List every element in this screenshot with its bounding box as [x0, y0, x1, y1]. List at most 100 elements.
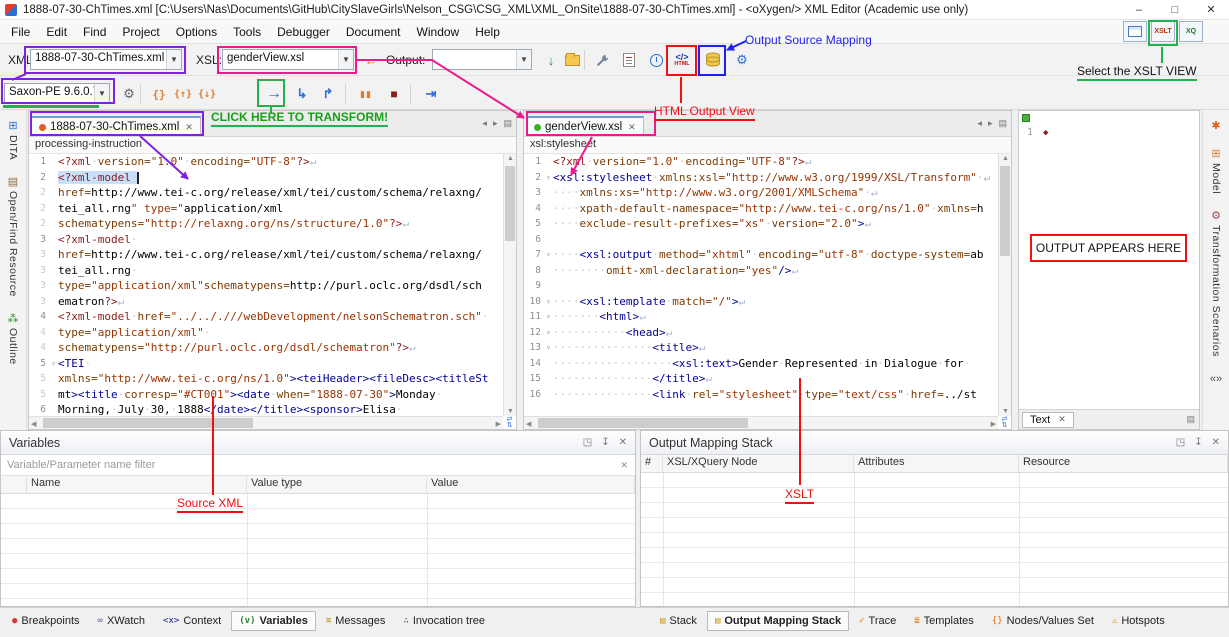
chevron-down-icon[interactable]: ▼	[338, 50, 353, 69]
scroll-right-icon[interactable]: ▶	[991, 420, 996, 428]
output-text-area[interactable]: 1◆	[1019, 111, 1199, 409]
xsl-code-area[interactable]: 1<?xml·version="1.0"·encoding="UTF-8"?>↵…	[524, 154, 998, 416]
close-button[interactable]: ✕	[1193, 0, 1229, 20]
save-output-icon[interactable]: ↓	[540, 49, 562, 71]
chevron-down-icon[interactable]: ▼	[166, 50, 181, 69]
code-line[interactable]: 12▿···········<head>↵	[524, 325, 998, 341]
configure-parameters-icon[interactable]	[591, 49, 613, 71]
bottom-tab-output-mapping-stack[interactable]: ▤Output Mapping Stack	[707, 611, 849, 631]
menu-file[interactable]: File	[3, 22, 38, 42]
run-to-end-icon[interactable]: ⇥	[420, 83, 442, 105]
code-line[interactable]: 5····exclude-result-prefixes="xs"·versio…	[524, 216, 998, 232]
fold-toggle-icon[interactable]: ▿	[544, 170, 553, 186]
code-line[interactable]: 4schematypens="http://purl.oclc.org/dsdl…	[29, 340, 503, 356]
code-line[interactable]: 4<?xml-model·href="../.././//webDevelopm…	[29, 309, 503, 325]
fold-toggle-icon[interactable]: ▿	[544, 247, 553, 263]
xml-source-combo[interactable]: 1888-07-30-ChTimes.xml▼	[30, 49, 182, 70]
menu-options[interactable]: Options	[168, 22, 225, 42]
scrollbar-thumb[interactable]	[538, 418, 748, 428]
code-line[interactable]: 6	[524, 232, 998, 248]
bottom-tab-trace[interactable]: ✓Trace	[851, 611, 904, 631]
code-line[interactable]: 13▿···············<title>↵	[524, 340, 998, 356]
close-panel-icon[interactable]: ✕	[619, 437, 627, 448]
vertical-scrollbar[interactable]: ▲ ▼	[998, 154, 1011, 416]
code-line[interactable]: 5xmlns="http://www.tei-c.org/ns/1.0"><te…	[29, 371, 503, 387]
close-tab-icon[interactable]: ✕	[628, 122, 636, 133]
column-header-xsl-xquery-node[interactable]: XSL/XQuery Node	[663, 455, 854, 472]
tab-xml-document[interactable]: 1888-07-30-ChTimes.xml ✕	[31, 116, 201, 136]
code-line[interactable]: 2href=http://www.tei-c.org/release/xml/t…	[29, 185, 503, 201]
code-line[interactable]: 1<?xml·version="1.0"·encoding="UTF-8"?>↵	[29, 154, 503, 170]
editor-view-icon[interactable]	[1123, 21, 1147, 42]
variable-filter-input[interactable]	[1, 457, 613, 473]
sync-selection-icon[interactable]: ⇄⇅	[998, 416, 1011, 429]
sidebar-tab-dita[interactable]: ⊞DITA	[7, 120, 19, 160]
pin-panel-icon[interactable]: ↧	[1194, 437, 1202, 448]
next-tab-icon[interactable]: ▸	[988, 118, 993, 129]
bottom-tab-variables[interactable]: (v)Variables	[231, 611, 316, 631]
bottom-tab-invocation-tree[interactable]: ∴Invocation tree	[395, 611, 493, 631]
edit-scenario-icon[interactable]	[618, 49, 640, 71]
bottom-tab-breakpoints[interactable]: ●Breakpoints	[4, 611, 88, 631]
tab-text-output[interactable]: Text ✕	[1022, 412, 1074, 428]
step-into-icon[interactable]: ↳	[291, 83, 313, 105]
engine-combo[interactable]: Saxon-PE 9.6.0.7▼	[4, 83, 110, 104]
scroll-up-icon[interactable]: ▲	[507, 155, 514, 162]
sidebar-tab-open-find-resource[interactable]: ▤Open/Find Resource	[7, 176, 19, 297]
code-line[interactable]: 1<?xml·version="1.0"·encoding="UTF-8"?>↵	[524, 154, 998, 170]
xml-braces-icon[interactable]: {}	[148, 83, 170, 105]
open-folder-icon[interactable]	[561, 49, 583, 71]
scroll-right-icon[interactable]: ▶	[496, 420, 501, 428]
tab-xsl-document[interactable]: genderView.xsl ✕	[526, 116, 644, 136]
code-line[interactable]: 16···············<link·rel="stylesheet"·…	[524, 387, 998, 403]
bottom-tab-templates[interactable]: ≣Templates	[906, 611, 982, 631]
tab-list-icon[interactable]: ▤	[1186, 414, 1195, 425]
column-header-value[interactable]: Value	[427, 476, 635, 493]
code-line[interactable]: 4····xpath-default-namespace="http://www…	[524, 201, 998, 217]
scrollbar-thumb[interactable]	[1000, 166, 1010, 256]
float-panel-icon[interactable]: ◳	[583, 437, 592, 448]
scroll-down-icon[interactable]: ▼	[1002, 408, 1009, 415]
code-line[interactable]: 9	[524, 278, 998, 294]
xsl-stylesheet-combo[interactable]: genderView.xsl▼	[222, 49, 354, 70]
prev-tab-icon[interactable]: ◂	[482, 118, 487, 129]
sidebar-tab-transformation-scenarios[interactable]: ⚙Transformation Scenarios	[1210, 210, 1222, 357]
braces-down-icon[interactable]: {↓}	[196, 83, 218, 105]
menu-tools[interactable]: Tools	[225, 22, 269, 42]
pin-panel-icon[interactable]: ↧	[601, 437, 609, 448]
scroll-down-icon[interactable]: ▼	[507, 408, 514, 415]
engine-settings-icon[interactable]: ⚙	[118, 83, 140, 105]
code-line[interactable]: 10▿····<xsl:template·match="/">↵	[524, 294, 998, 310]
output-combo[interactable]: ▼	[432, 49, 532, 70]
html-output-view-icon[interactable]: </>HTML	[670, 49, 694, 71]
code-line[interactable]: 3tei_all.rng·	[29, 263, 503, 279]
close-tab-icon[interactable]: ✕	[1058, 414, 1066, 425]
prev-tab-icon[interactable]: ◂	[977, 118, 982, 129]
code-line[interactable]: 3ematron?>↵	[29, 294, 503, 310]
menu-help[interactable]: Help	[467, 22, 508, 42]
sidebar-tab-outline[interactable]: ⁂Outline	[7, 313, 19, 365]
bottom-tab-messages[interactable]: ≡Messages	[318, 611, 394, 631]
clear-filter-icon[interactable]: ✕	[613, 460, 635, 471]
bottom-tab-stack[interactable]: ▤Stack	[652, 611, 705, 631]
xml-code-area[interactable]: 1<?xml·version="1.0"·encoding="UTF-8"?>↵…	[29, 154, 503, 416]
scroll-left-icon[interactable]: ◀	[526, 420, 531, 428]
scrollbar-thumb[interactable]	[43, 418, 253, 428]
menu-debugger[interactable]: Debugger	[269, 22, 338, 42]
close-tab-icon[interactable]: ✕	[185, 122, 193, 133]
column-header-resource[interactable]: Resource	[1019, 455, 1228, 472]
code-line[interactable]: 2tei_all.rng" type="application/xml	[29, 201, 503, 217]
xml-breadcrumb[interactable]: processing-instruction	[29, 137, 516, 154]
scenario-association-icon[interactable]	[645, 49, 667, 71]
menu-edit[interactable]: Edit	[38, 22, 75, 42]
swap-sources-icon[interactable]: ←	[360, 49, 382, 71]
braces-up-icon[interactable]: {↑}	[172, 83, 194, 105]
fold-toggle-icon[interactable]: ▿	[544, 294, 553, 310]
variables-table-body[interactable]	[1, 494, 635, 606]
chevron-down-icon[interactable]: ▼	[94, 84, 109, 103]
bottom-tab-xwatch[interactable]: ∞XWatch	[90, 611, 154, 631]
pause-icon[interactable]: ▮▮	[355, 83, 377, 105]
code-line[interactable]: 11▿·······<html>↵	[524, 309, 998, 325]
vertical-scrollbar[interactable]: ▲ ▼	[503, 154, 516, 416]
code-line[interactable]: 8········omit-xml-declaration="yes"/>↵	[524, 263, 998, 279]
